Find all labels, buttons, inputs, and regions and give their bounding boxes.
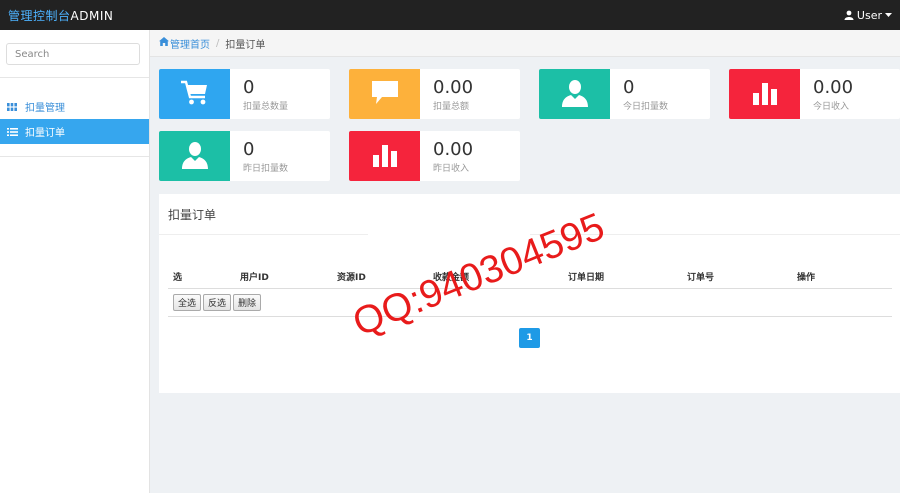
stat-card-yesterday-income: 0.00 昨日收入 [349, 131, 520, 181]
stat-card-total-count: 0 扣量总数量 [159, 69, 330, 119]
cart-icon [180, 80, 209, 109]
column-header-resource-id: 资源ID [337, 273, 366, 283]
stat-value: 0.00 [433, 77, 474, 98]
stat-card-today-count: 0 今日扣量数 [539, 69, 710, 119]
stat-label: 昨日扣量数 [243, 164, 289, 174]
stat-value: 0 [623, 77, 635, 98]
sidebar-item-deduction-orders[interactable]: 扣量订单 [0, 119, 149, 144]
delete-button[interactable]: 删除 [233, 294, 262, 311]
brand-logo[interactable]: 管理控制台ADMIN [8, 7, 113, 24]
column-header-actions: 操作 [797, 273, 816, 283]
stat-icon-box [539, 69, 610, 119]
breadcrumb-home-label: 管理首页 [170, 39, 210, 51]
column-header-user-id: 用户ID [240, 273, 269, 283]
caret-down-icon [885, 12, 892, 18]
stat-card-total-amount: 0.00 扣量总额 [349, 69, 520, 119]
stat-icon-box [349, 131, 420, 181]
user-icon [561, 79, 589, 110]
table-actions: 全选 反选 删除 [173, 294, 262, 311]
user-icon [844, 10, 854, 20]
stat-label: 扣量总数量 [243, 102, 289, 112]
grid-icon [7, 102, 19, 112]
search-input[interactable] [6, 43, 140, 65]
user-menu[interactable]: User [844, 9, 892, 22]
breadcrumb-separator: / [216, 37, 220, 49]
column-header-select: 选 [173, 273, 183, 283]
home-icon [159, 37, 169, 49]
stat-icon-box [159, 69, 230, 119]
stat-icon-box [159, 131, 230, 181]
breadcrumb: 管理首页 / 扣量订单 [150, 30, 900, 57]
bar-chart-icon [372, 143, 398, 170]
stat-label: 今日收入 [813, 102, 850, 112]
top-navbar: 管理控制台ADMIN User [0, 0, 900, 30]
user-icon [181, 141, 209, 172]
sidebar-search [0, 30, 149, 78]
list-icon [7, 127, 19, 137]
stat-label: 扣量总额 [433, 102, 470, 112]
select-all-button[interactable]: 全选 [173, 294, 202, 311]
breadcrumb-current: 扣量订单 [225, 39, 266, 51]
table-divider [168, 316, 892, 317]
stat-value: 0.00 [433, 139, 474, 160]
column-header-order-date: 订单日期 [568, 273, 605, 283]
sidebar-nav: 扣量管理 扣量订单 [0, 94, 149, 157]
stat-card-today-income: 0.00 今日收入 [729, 69, 900, 119]
bar-chart-icon [752, 81, 778, 108]
stat-value: 0.00 [813, 77, 854, 98]
breadcrumb-home[interactable]: 管理首页 [159, 36, 210, 51]
invert-selection-button[interactable]: 反选 [203, 294, 232, 311]
sidebar: 扣量管理 扣量订单 [0, 30, 150, 493]
stat-label: 昨日收入 [433, 164, 470, 174]
pagination-page-1[interactable]: 1 [519, 328, 540, 348]
stat-icon-box [729, 69, 800, 119]
stat-icon-box [349, 69, 420, 119]
sidebar-item-label: 扣量管理 [25, 103, 65, 114]
stat-label: 今日扣量数 [623, 102, 669, 112]
stat-value: 0 [243, 77, 255, 98]
brand-title-en: ADMIN [70, 8, 114, 23]
sidebar-item-label: 扣量订单 [25, 128, 65, 139]
comment-icon [371, 80, 399, 109]
user-menu-label: User [856, 8, 882, 22]
stat-value: 0 [243, 139, 255, 160]
column-header-order-no: 订单号 [687, 273, 715, 283]
stat-card-yesterday-count: 0 昨日扣量数 [159, 131, 330, 181]
brand-title-cn: 管理控制台 [8, 8, 71, 23]
sidebar-item-deduction-manage[interactable]: 扣量管理 [0, 94, 149, 119]
